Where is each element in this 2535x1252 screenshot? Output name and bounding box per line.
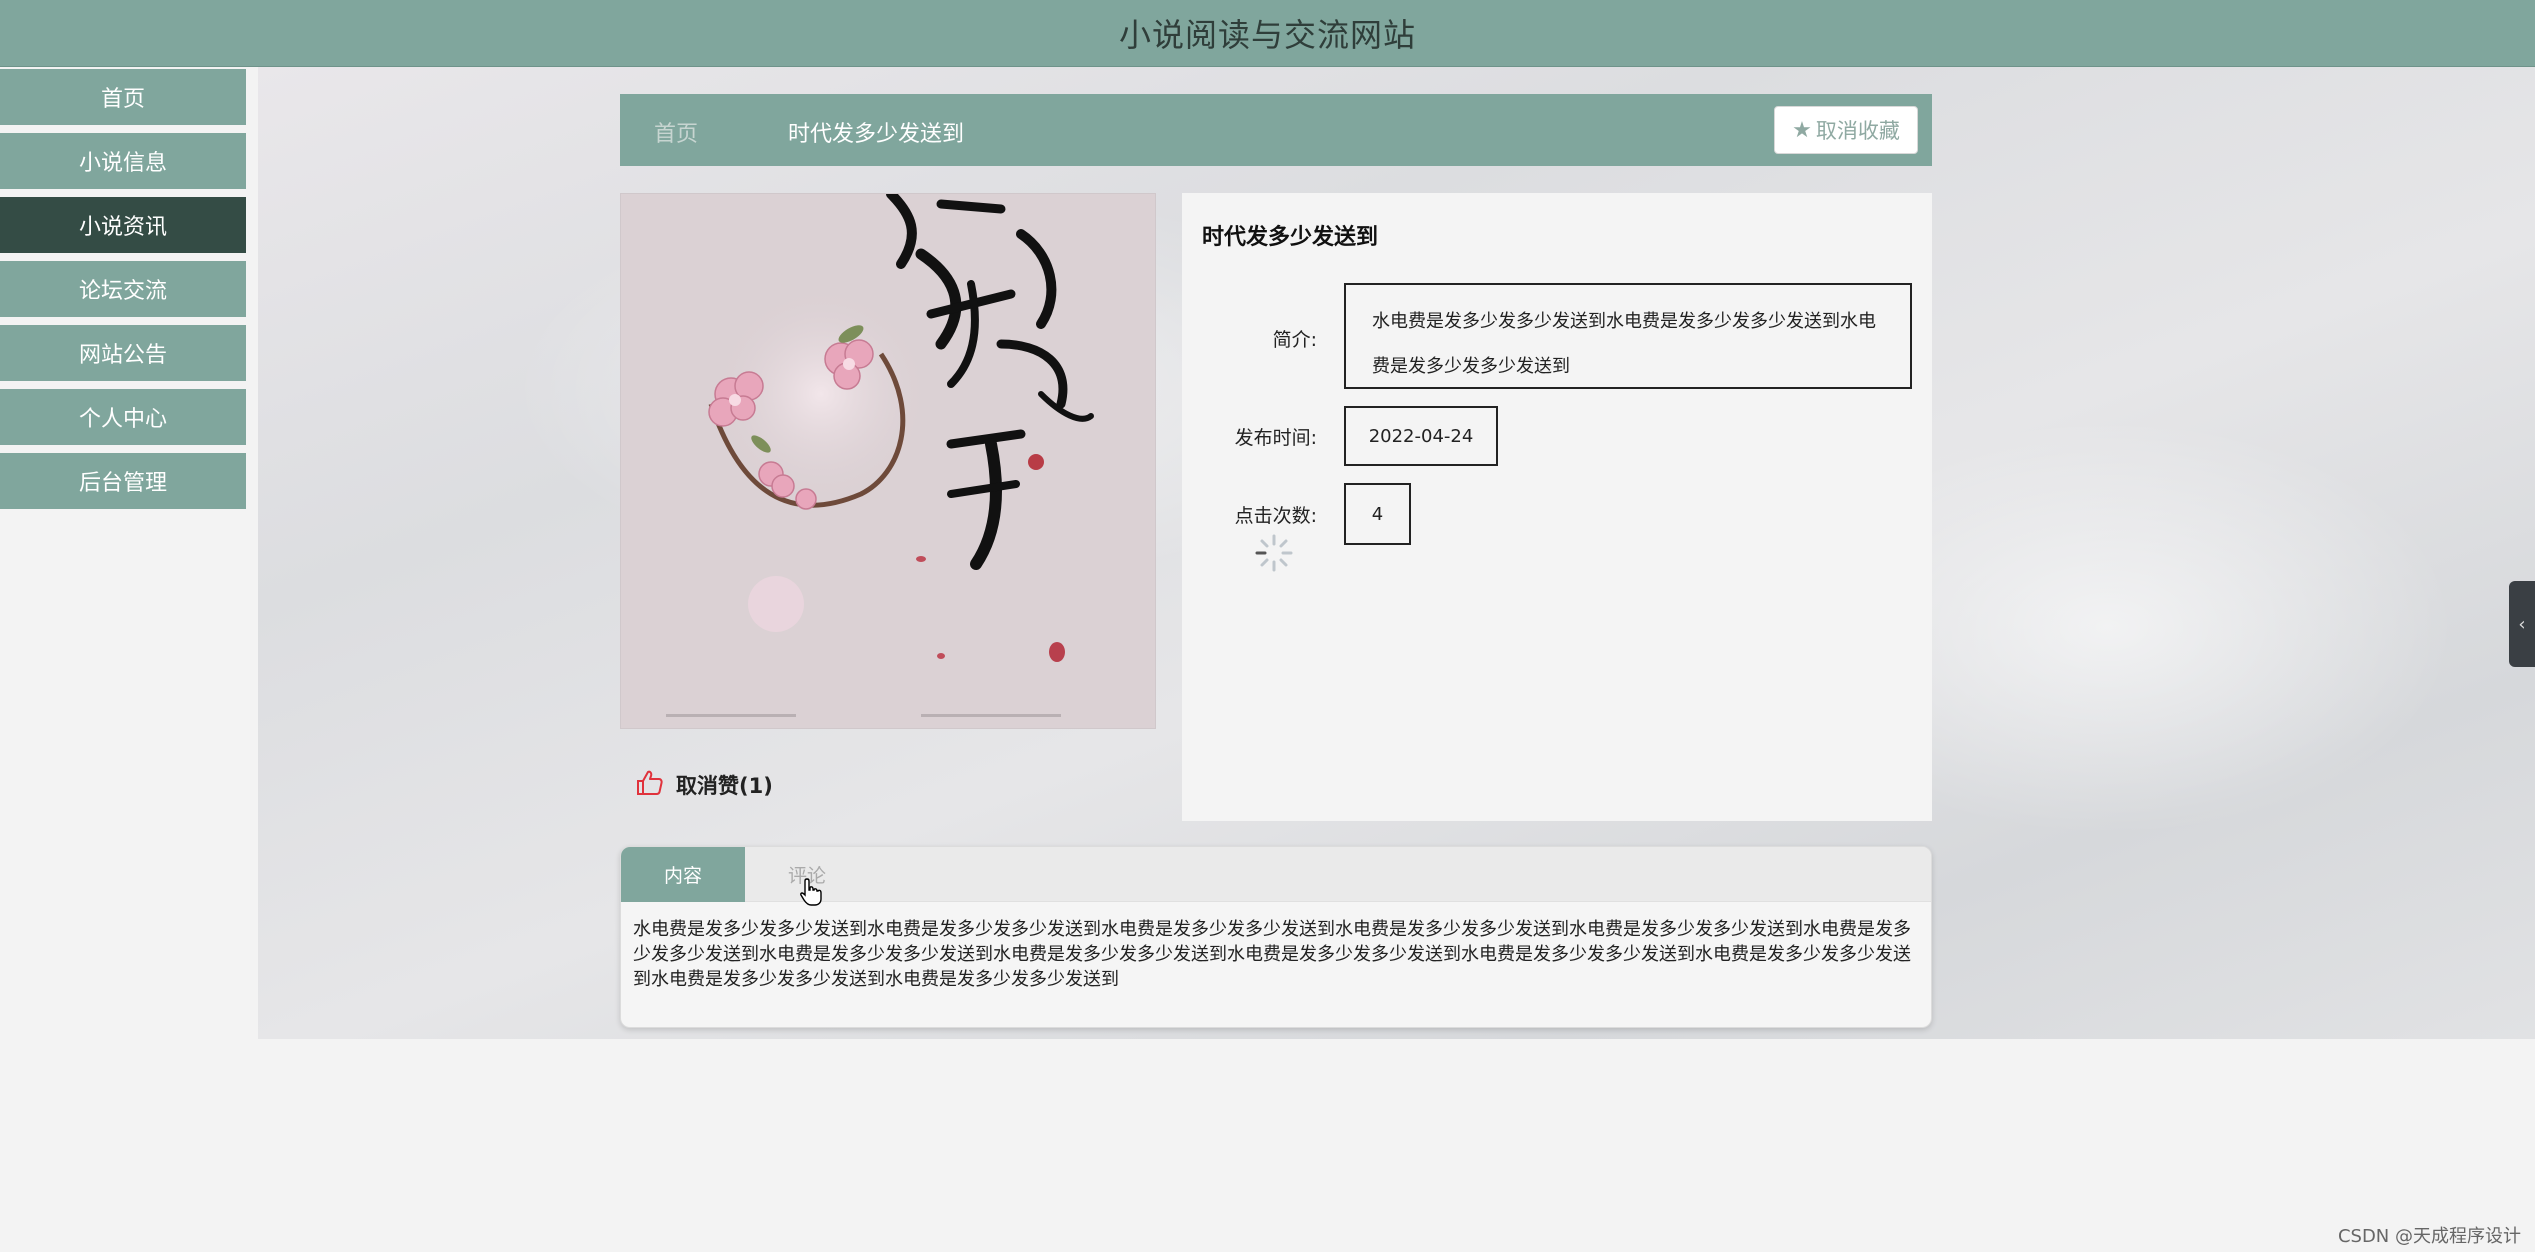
content-tabs: 内容 评论 水电费是发多少发多少发送到水电费是发多少发多少发送到水电费是发多少发… bbox=[620, 846, 1932, 1028]
sidebar-item-novel-info[interactable]: 小说信息 bbox=[0, 133, 246, 191]
site-title: 小说阅读与交流网站 bbox=[1118, 16, 1416, 54]
intro-value: 水电费是发多少发多少发送到水电费是发多少发多少发送到水电费是发多少发多少发送到 bbox=[1344, 283, 1912, 389]
thumbs-up-icon bbox=[636, 770, 664, 800]
content-body: 水电费是发多少发多少发送到水电费是发多少发多少发送到水电费是发多少发多少发送到水… bbox=[633, 919, 1911, 990]
click-count-label: 点击次数: bbox=[1234, 505, 1317, 527]
sidebar-item-forum[interactable]: 论坛交流 bbox=[0, 261, 246, 319]
breadcrumb-home-link[interactable]: 首页 bbox=[654, 116, 698, 148]
detail-title: 时代发多少发送到 bbox=[1202, 225, 1379, 250]
sidebar-nav: 首页 小说信息 小说资讯 论坛交流 网站公告 个人中心 后台管理 bbox=[0, 67, 258, 1252]
site-header: 小说阅读与交流网站 bbox=[0, 0, 2535, 67]
novel-detail-panel: 时代发多少发送到 简介: 水电费是发多少发多少发送到水电费是发多少发多少发送到水… bbox=[1182, 193, 1932, 821]
side-panel-toggle[interactable]: ‹ bbox=[2509, 581, 2535, 667]
unfavorite-button-label: 取消收藏 bbox=[1815, 119, 1900, 143]
publish-time-value: 2022-04-24 bbox=[1344, 406, 1498, 466]
click-count-value: 4 bbox=[1344, 483, 1411, 545]
watermark: CSDN @天成程序设计 bbox=[2337, 1226, 2521, 1247]
sidebar-item-home[interactable]: 首页 bbox=[0, 69, 246, 127]
sidebar-item-admin[interactable]: 后台管理 bbox=[0, 453, 246, 511]
sidebar-item-novel-news[interactable]: 小说资讯 bbox=[0, 197, 246, 255]
cover-image bbox=[620, 193, 1156, 729]
publish-time-label: 发布时间: bbox=[1234, 427, 1317, 449]
hand-cursor-icon bbox=[800, 877, 822, 907]
like-toggle[interactable]: 取消赞(1) bbox=[636, 770, 773, 800]
breadcrumb-current: 时代发多少发送到 bbox=[788, 122, 965, 147]
page-footer-area bbox=[258, 1039, 2535, 1252]
star-icon: ★ bbox=[1792, 117, 1812, 143]
sidebar-item-personal-center[interactable]: 个人中心 bbox=[0, 389, 246, 447]
chevron-left-icon: ‹ bbox=[2518, 613, 2526, 635]
tab-content[interactable]: 内容 bbox=[621, 847, 745, 902]
unfavorite-button[interactable]: ★ 取消收藏 bbox=[1774, 106, 1918, 154]
like-label: 取消赞(1) bbox=[676, 774, 773, 798]
loading-spinner-icon bbox=[1254, 533, 1294, 573]
sidebar-item-announcements[interactable]: 网站公告 bbox=[0, 325, 246, 383]
breadcrumb: 首页 时代发多少发送到 ★ 取消收藏 bbox=[620, 94, 1932, 166]
intro-label: 简介: bbox=[1272, 329, 1317, 351]
